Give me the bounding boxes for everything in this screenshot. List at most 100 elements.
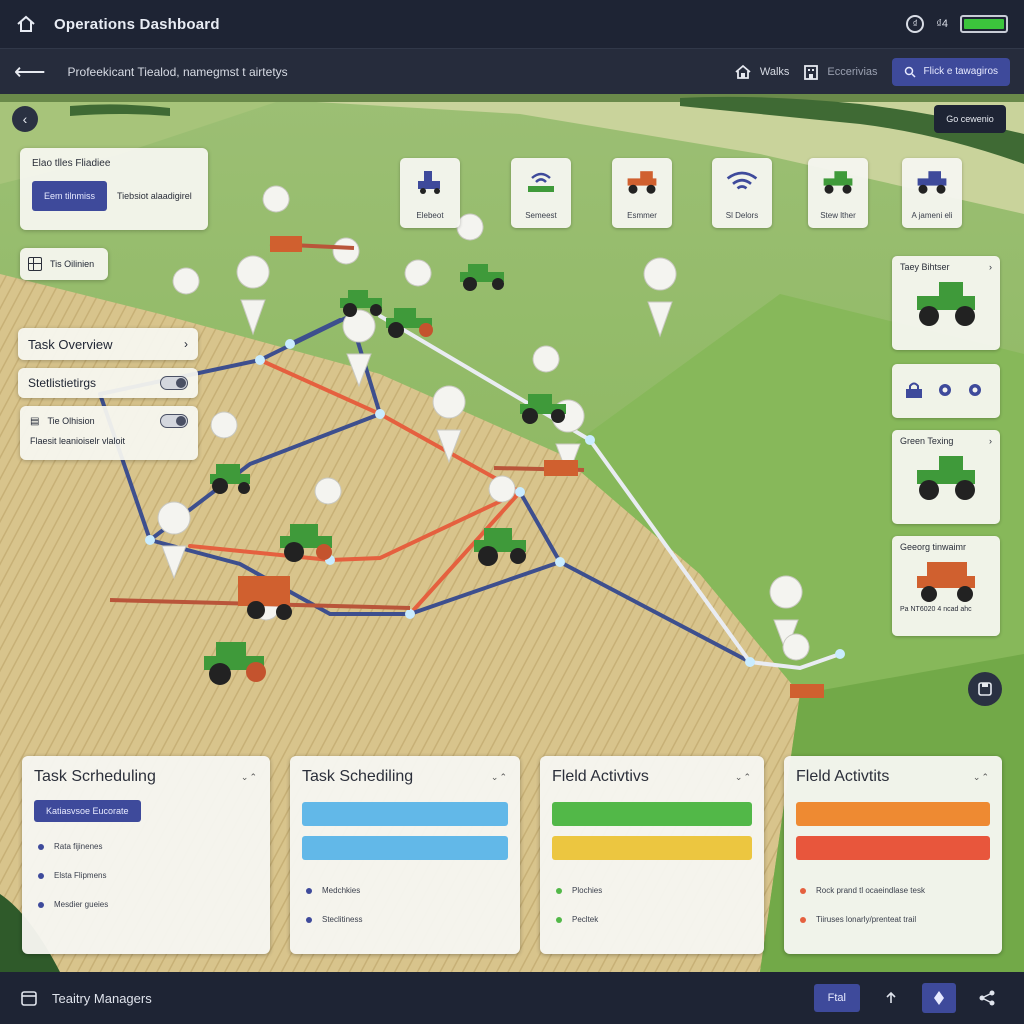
settings-row: Stetlistietirgs [18,368,198,398]
up-arrow-icon[interactable] [874,983,908,1013]
task-overview-row[interactable]: Task Overview › [18,328,198,360]
list-item[interactable]: Mesdier gueies [34,900,258,909]
progress-bar [302,836,508,860]
green-tractor-icon [820,168,856,196]
bottom-card-1: Task Schediling ⌄⌃ Medchkies Steclitiness [290,756,520,954]
tractor-icons [109,236,824,698]
more-icon[interactable]: ⌄⌃ [491,772,508,783]
location-icon[interactable] [922,983,956,1013]
filter-card-button[interactable]: Eem tilnmiss [32,181,108,211]
layer-chip[interactable]: Tis Oilinien [20,248,108,280]
equipment-label-0: Elebeot [416,211,444,220]
filter-card: Elao tlles Fliadiee Eem tilnmiss Tiebsio… [20,148,208,230]
battery-indicator [960,15,1008,33]
equipment-label-2: Esmmer [627,211,657,220]
breadcrumb: Profeekicant Tiealod, namegmst t airtety… [67,64,288,79]
back-arrow-icon[interactable]: ⟵ [14,59,46,85]
more-icon[interactable]: ⌄⌃ [735,772,752,783]
equipment-tile-5[interactable]: A jameni eli [902,158,962,228]
right-card-0[interactable]: Taey Bihtser › [892,256,1000,350]
equipment-tile-3[interactable]: Sl Delors [712,158,772,228]
green-tractor-icon [900,452,992,502]
equipment-tile-2[interactable]: Esmmer [612,158,672,228]
bottom-card-title-0: Task Scrheduling [34,768,156,785]
header-status: ₫ ₫4 [906,15,1008,33]
equipment-tile-1[interactable]: Semeest [511,158,571,228]
equipment-tile-4[interactable]: Stew lther [808,158,868,228]
right-card-footer-2: Pa NT6020 4 ncad ahc [900,606,972,613]
settings-toggle[interactable] [160,376,188,390]
status-value: ₫4 [936,18,948,30]
top-header: Operations Dashboard ₫ ₫4 [0,0,1024,48]
go-button[interactable]: Go cewenio [934,105,1006,133]
progress-bar [796,836,990,860]
orange-tractor-icon [624,168,660,196]
nav-walks[interactable]: Walks [734,63,790,81]
gear-icon[interactable] [966,381,984,401]
footer-button[interactable]: Ftal [813,984,860,1012]
right-card-title-1: Green Texing [900,436,954,446]
bottom-card-2: Fleld Activtivs ⌄⌃ Plochies Pecltek [540,756,764,954]
right-card-title-0: Taey Bihtser [900,262,950,272]
primary-action-button[interactable]: Flick e tawagiros [891,57,1010,86]
list-item[interactable]: Pecltek [552,915,752,924]
list-item[interactable]: Medchkies [302,886,508,895]
right-card-title-2: Geeorg tinwaimr [900,542,967,552]
footer-bar: Teaitry Managers Ftal [0,972,1024,1024]
save-icon [978,682,992,696]
task-overview-label: Task Overview [28,336,113,352]
battery-fill [964,19,1004,29]
blue-tractor-icon [914,168,950,196]
right-card-1[interactable]: Green Texing › [892,430,1000,524]
currency-icon[interactable]: ₫ [906,15,925,33]
nav-second-label: Eccerivias [827,65,878,78]
list-item[interactable]: Rock prand tl ocaeindlase tesk [796,886,990,895]
filter-card-subtitle: Tiebsiot alaadigirel [117,191,192,201]
right-card-2[interactable]: Geeorg tinwaimr Pa NT6020 4 ncad ahc [892,536,1000,636]
search-icon [904,66,916,78]
footer-label: Teaitry Managers [52,990,152,1006]
share-icon[interactable] [970,983,1004,1013]
right-card-icons [892,364,1000,418]
list-item[interactable]: Rata fijinenes [34,842,258,851]
bottom-card-0: Task Scrheduling ⌄⌃ Katiasvsoe Eucorate R… [22,756,270,954]
more-icon[interactable]: ⌄⌃ [241,772,258,783]
progress-bar [302,802,508,826]
bottom-card-tag-0[interactable]: Katiasvsoe Eucorate [34,800,141,822]
primary-action-label: Flick e tawagiros [923,66,998,77]
equipment-tile-0[interactable]: Elebeot [400,158,460,228]
list-icon: ▤ [30,415,40,427]
bottom-card-title-1: Task Schediling [302,768,414,785]
equipment-label-1: Semeest [525,211,557,220]
list-item[interactable]: Steclitiness [302,915,508,924]
nav-second[interactable]: Eccerivias [803,63,878,81]
save-button[interactable] [968,672,1002,706]
orange-tractor-icon [900,558,992,604]
calendar-icon[interactable] [20,989,38,1007]
chevron-right-icon: › [989,436,992,446]
equipment-label-4: Stew lther [820,211,856,220]
green-tractor-icon [900,278,992,328]
lock-icon[interactable] [904,381,924,401]
layer-chip-label: Tis Oilinien [50,259,95,269]
wifi-device-icon [523,168,559,196]
progress-bar [552,836,752,860]
progress-bar [552,802,752,826]
bottom-card-title-3: Fleld Activtits [796,768,890,785]
nav-walks-label: Walks [759,65,790,78]
wifi-icon [724,168,760,196]
list-item[interactable]: Tiiruses lonarly/prenteat trail [796,915,990,924]
map-back-button[interactable]: ‹ [12,106,38,132]
division-toggle[interactable] [160,414,188,428]
sub-toolbar: ⟵ Profeekicant Tiealod, namegmst t airte… [0,48,1024,94]
gear-icon[interactable] [936,381,954,401]
chevron-right-icon: › [184,337,188,351]
building-icon [804,64,819,80]
progress-bar [796,802,990,826]
planter-icon [412,168,448,196]
list-item[interactable]: Plochies [552,886,752,895]
more-icon[interactable]: ⌄⌃ [973,772,990,783]
list-item[interactable]: Elsta Flipmens [34,871,258,880]
home-icon[interactable] [16,14,36,34]
bottom-card-title-2: Fleld Activtivs [552,768,649,785]
